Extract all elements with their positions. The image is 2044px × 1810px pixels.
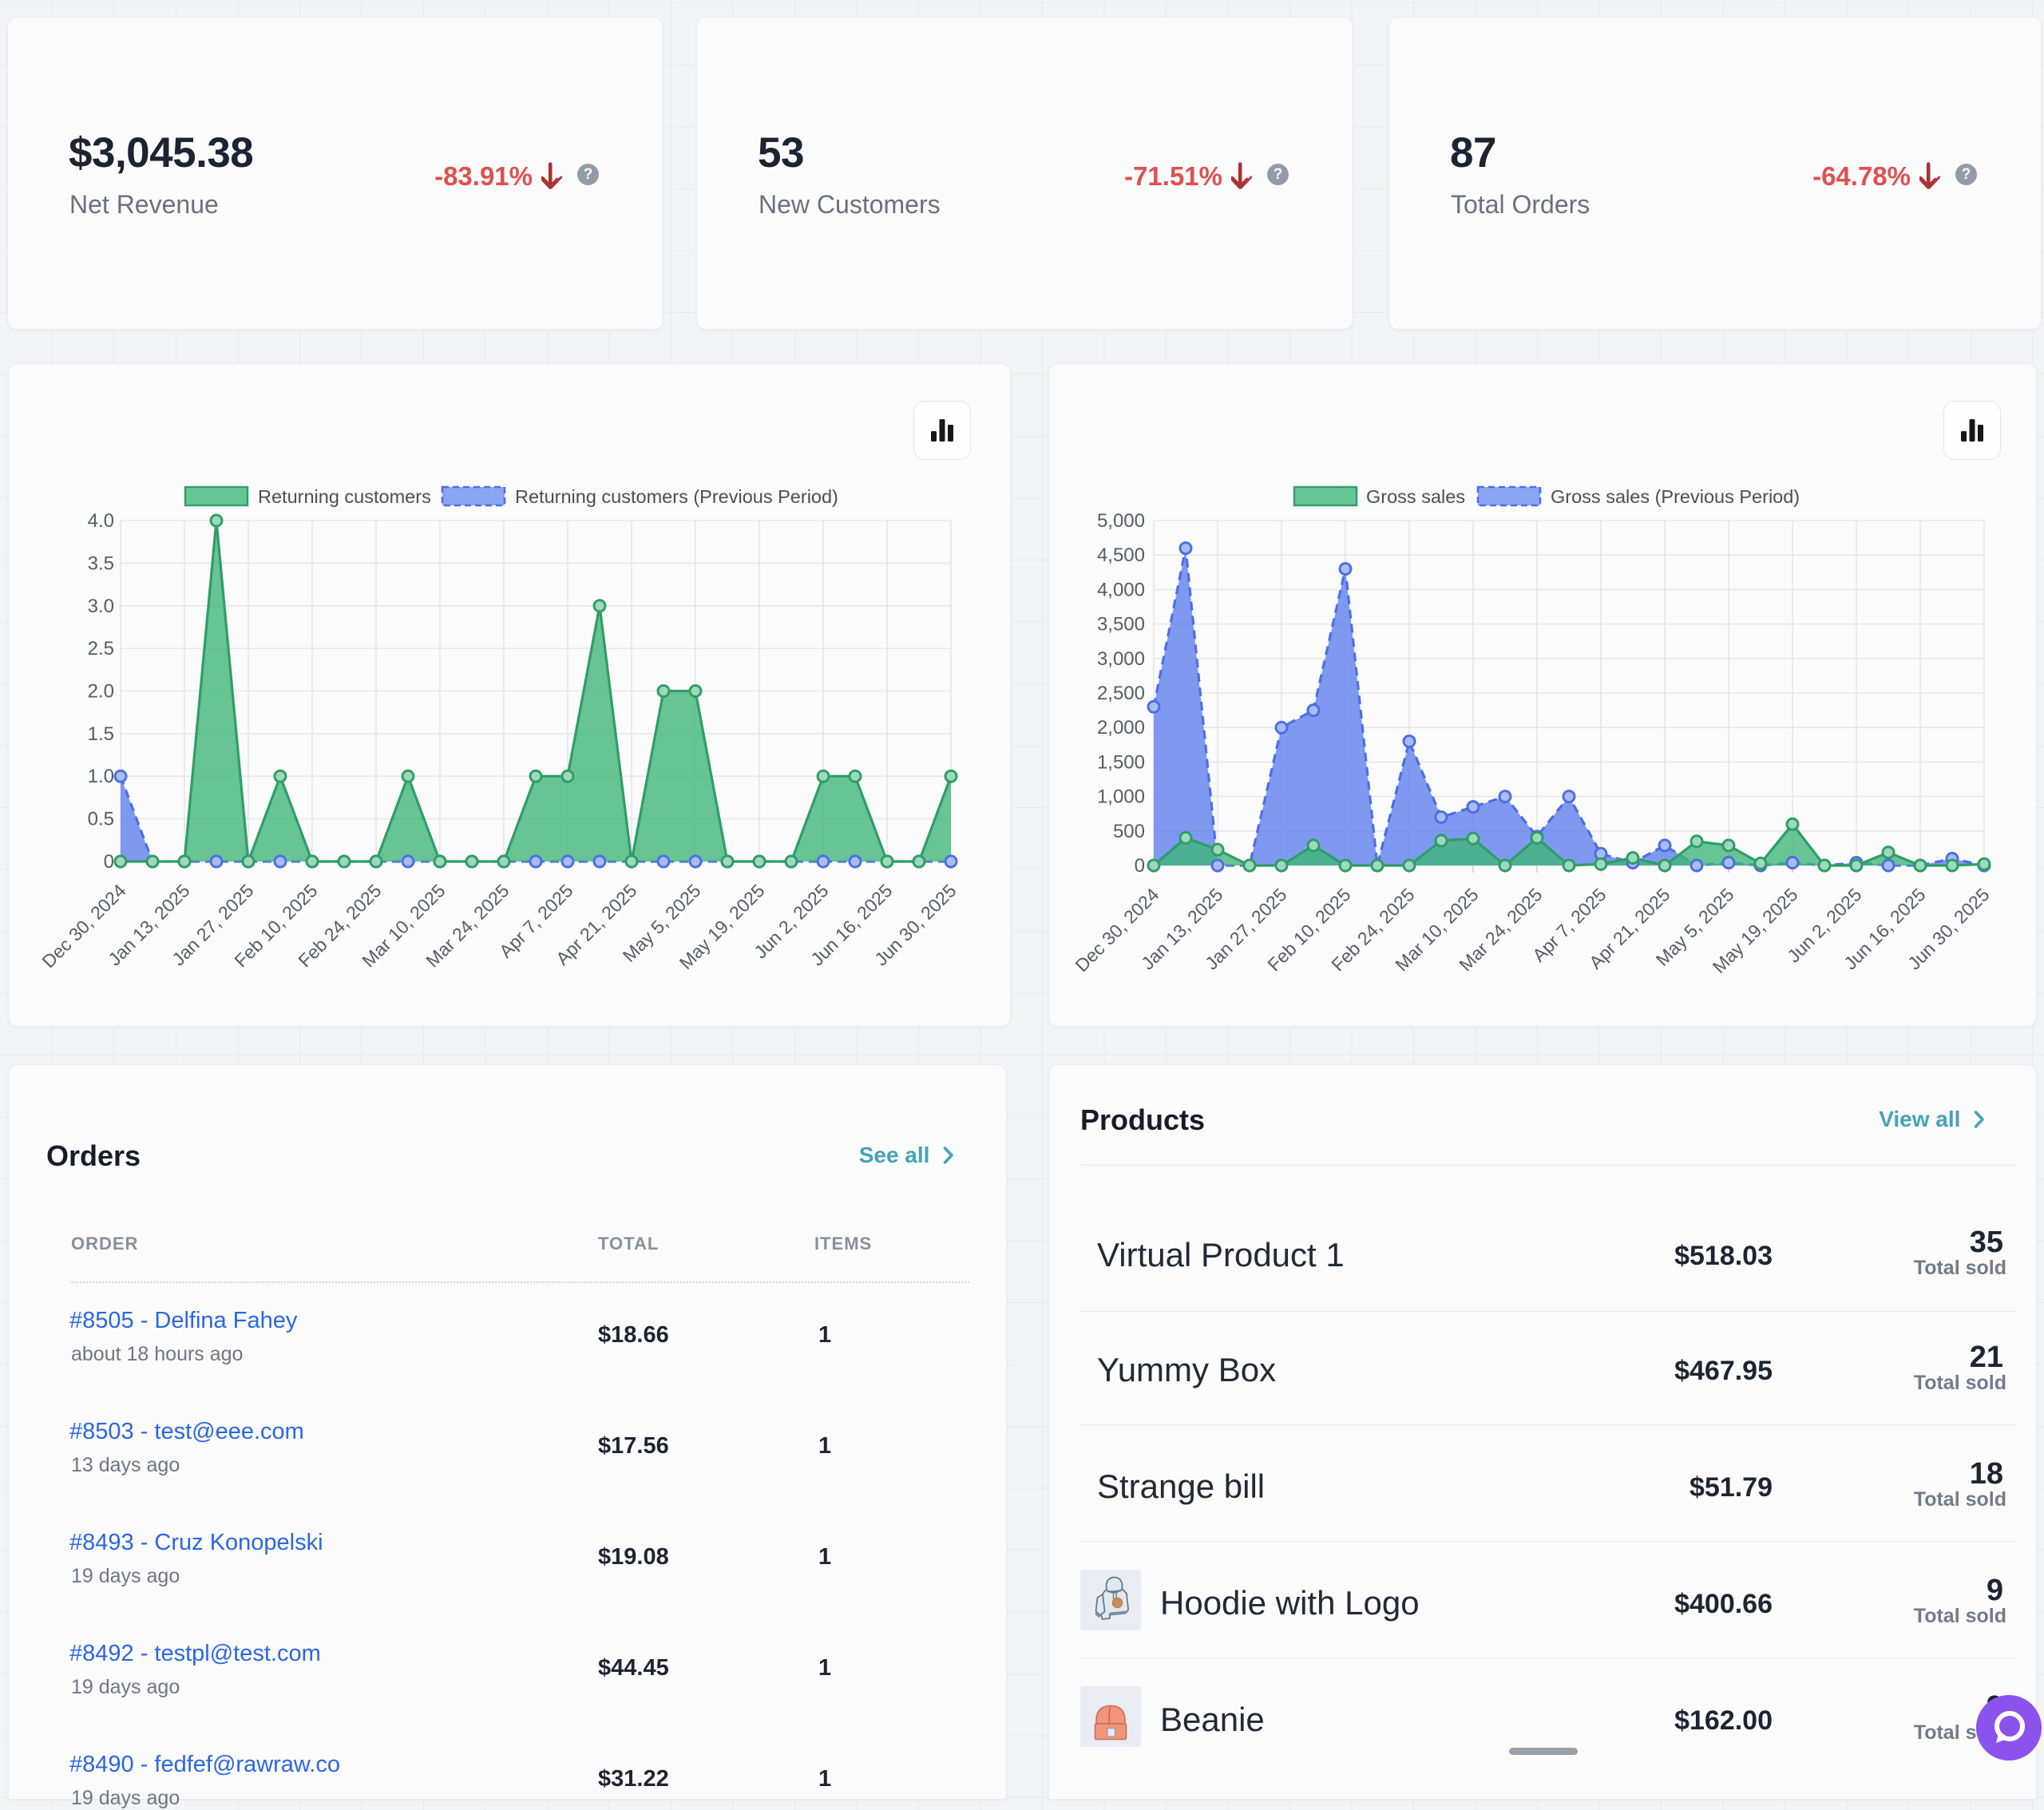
svg-text:Gross sales (Previous Period): Gross sales (Previous Period) (1551, 486, 1800, 507)
svg-text:3,000: 3,000 (1097, 648, 1145, 670)
svg-text:1,000: 1,000 (1097, 786, 1145, 808)
svg-text:1.5: 1.5 (88, 723, 114, 745)
svg-text:0: 0 (104, 851, 114, 873)
svg-text:4,000: 4,000 (1097, 579, 1145, 600)
svg-text:2,500: 2,500 (1097, 683, 1145, 704)
svg-text:3.0: 3.0 (88, 596, 114, 617)
svg-text:2.5: 2.5 (88, 638, 114, 659)
svg-text:4,500: 4,500 (1097, 545, 1145, 566)
svg-text:1.0: 1.0 (88, 766, 114, 787)
svg-text:Returning customers: Returning customers (258, 486, 431, 507)
svg-text:3.5: 3.5 (88, 553, 114, 574)
svg-text:5,000: 5,000 (1097, 510, 1145, 532)
svg-text:500: 500 (1113, 821, 1145, 842)
svg-text:4.0: 4.0 (88, 510, 114, 532)
svg-text:0: 0 (1135, 855, 1145, 877)
svg-text:2,000: 2,000 (1097, 717, 1145, 739)
svg-text:2.0: 2.0 (88, 681, 114, 703)
svg-text:Gross sales: Gross sales (1366, 486, 1465, 507)
svg-text:Returning customers (Previous: Returning customers (Previous Period) (515, 486, 838, 507)
svg-text:1,500: 1,500 (1097, 751, 1145, 773)
svg-text:3,500: 3,500 (1097, 614, 1145, 636)
svg-text:0.5: 0.5 (88, 809, 114, 830)
